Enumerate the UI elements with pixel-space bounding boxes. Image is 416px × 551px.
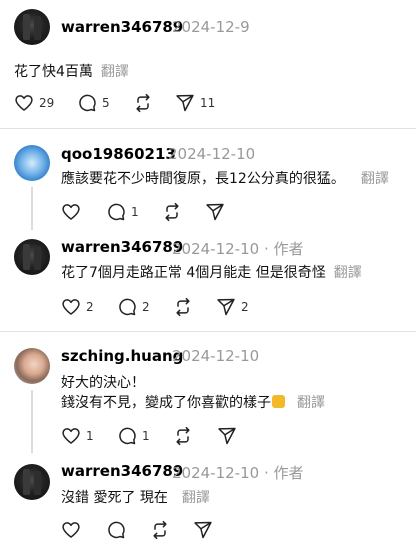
like-button[interactable]: 1	[61, 426, 94, 446]
like-button[interactable]: 29	[14, 93, 54, 113]
share-button[interactable]: 11	[175, 93, 215, 113]
post-date: 2024-12-9	[172, 18, 250, 36]
like-count: 1	[86, 429, 94, 443]
like-button[interactable]	[61, 202, 81, 222]
username[interactable]: szching.huang	[61, 347, 183, 365]
reply-icon	[79, 94, 96, 112]
post-text: 花了快4百萬	[14, 64, 93, 80]
reply-icon	[108, 521, 125, 539]
like-count: 29	[39, 96, 55, 110]
translate-link[interactable]: 翻譯	[334, 265, 362, 281]
reply-count: 5	[102, 96, 110, 110]
share-count: 2	[241, 300, 249, 314]
like-button[interactable]	[61, 520, 81, 540]
post-text-row: 花了7個月走路正常 4個月能走 但是很奇怪 翻譯	[61, 262, 362, 282]
reply-button[interactable]: 5	[77, 93, 110, 113]
avatar[interactable]	[14, 145, 50, 181]
translate-link[interactable]: 翻譯	[101, 64, 129, 80]
reply-button[interactable]	[106, 520, 126, 540]
post-date: 2024-12-10	[168, 145, 256, 163]
heart-icon	[15, 95, 33, 111]
share-icon	[194, 521, 212, 539]
post-text: 花了7個月走路正常 4個月能走 但是很奇怪	[61, 265, 326, 281]
username[interactable]: warren346789	[61, 462, 183, 480]
reply-button[interactable]: 2	[117, 297, 150, 317]
repost-button[interactable]	[173, 297, 193, 317]
post-date: 2024-12-10 · 作者	[172, 464, 304, 482]
heart-icon	[62, 428, 80, 444]
repost-button[interactable]	[173, 426, 193, 446]
share-icon	[176, 94, 194, 112]
repost-icon	[153, 520, 167, 540]
share-button[interactable]	[205, 202, 225, 222]
share-icon	[218, 427, 236, 445]
divider	[0, 128, 416, 129]
share-icon	[206, 203, 224, 221]
post-text: 錢沒有不見，變成了你喜歡的樣子	[61, 395, 271, 411]
avatar[interactable]	[14, 348, 50, 384]
reply-count: 2	[142, 300, 150, 314]
username[interactable]: qoo19860213	[61, 145, 176, 163]
like-button[interactable]: 2	[61, 297, 94, 317]
heart-icon	[62, 204, 80, 220]
post-text-row: 沒錯 愛死了 現在 翻譯	[61, 487, 210, 507]
translate-link[interactable]: 翻譯	[297, 395, 325, 411]
repost-icon	[136, 93, 150, 113]
translate-link[interactable]: 翻譯	[361, 171, 389, 187]
post-text: 應該要花不少時間復原，長12公分真的很猛。	[61, 171, 345, 187]
share-button[interactable]	[193, 520, 213, 540]
thread-line	[31, 390, 33, 453]
reply-icon	[108, 203, 125, 221]
like-count: 2	[86, 300, 94, 314]
thread-line	[31, 187, 33, 230]
heart-icon	[62, 299, 80, 315]
reply-count: 1	[142, 429, 150, 443]
reply-button[interactable]: 1	[117, 426, 150, 446]
reply-button[interactable]: 1	[106, 202, 139, 222]
post-date: 2024-12-10 · 作者	[172, 240, 304, 258]
post-text: 沒錯 愛死了 現在	[61, 490, 168, 506]
share-count: 11	[200, 96, 216, 110]
avatar[interactable]	[14, 464, 50, 500]
repost-button[interactable]	[133, 93, 153, 113]
username[interactable]: warren346789	[61, 18, 183, 36]
heart-icon	[62, 522, 80, 538]
post-date: 2024-12-10	[172, 347, 260, 365]
repost-button[interactable]	[162, 202, 182, 222]
post-text-row: 應該要花不少時間復原，長12公分真的很猛。 翻譯	[61, 168, 389, 188]
repost-icon	[176, 297, 190, 317]
reply-count: 1	[131, 205, 139, 219]
avatar[interactable]	[14, 239, 50, 275]
repost-button[interactable]	[150, 520, 170, 540]
thumbs-up-emoji	[272, 395, 285, 408]
repost-icon	[165, 202, 179, 222]
username[interactable]: warren346789	[61, 238, 183, 256]
reply-icon	[119, 298, 136, 316]
post-text: 好大的決心！	[61, 375, 145, 391]
post-text-line: 好大的決心！	[61, 372, 145, 392]
share-button[interactable]	[217, 426, 237, 446]
post-text-row: 錢沒有不見，變成了你喜歡的樣子 翻譯	[61, 392, 325, 412]
repost-icon	[176, 426, 190, 446]
avatar[interactable]	[14, 9, 50, 45]
translate-link[interactable]: 翻譯	[182, 490, 210, 506]
share-button[interactable]: 2	[216, 297, 249, 317]
share-icon	[217, 298, 235, 316]
divider	[0, 331, 416, 332]
reply-icon	[119, 427, 136, 445]
post-text-row: 花了快4百萬 翻譯	[14, 61, 129, 81]
